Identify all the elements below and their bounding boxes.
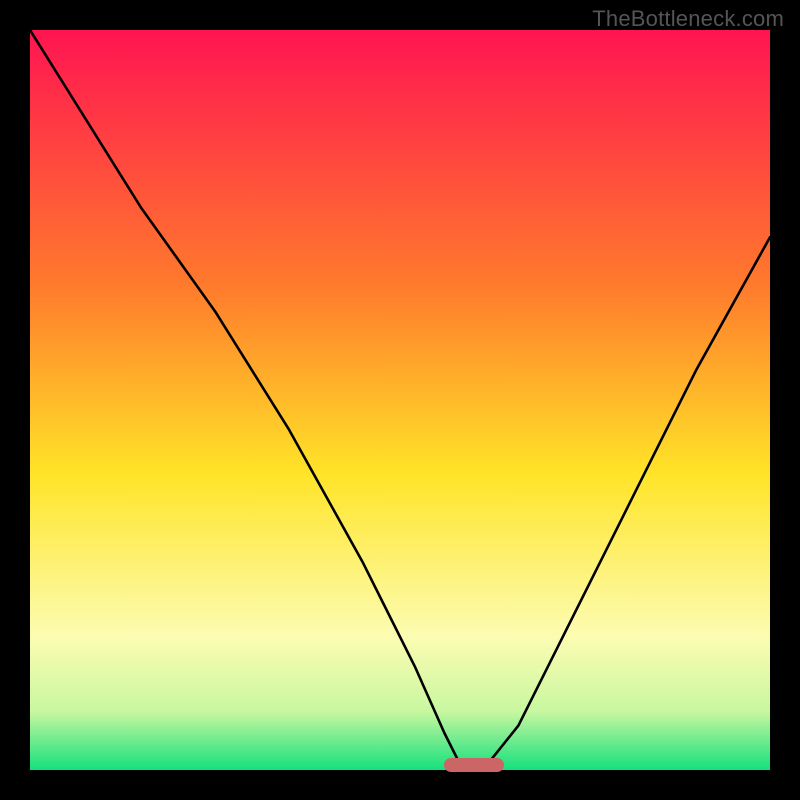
- bottleneck-curve: [30, 30, 770, 770]
- chart-frame: TheBottleneck.com: [0, 0, 800, 800]
- watermark-text: TheBottleneck.com: [592, 6, 784, 32]
- optimal-marker: [444, 758, 503, 772]
- plot-area: [30, 30, 770, 770]
- curve-path: [30, 30, 770, 770]
